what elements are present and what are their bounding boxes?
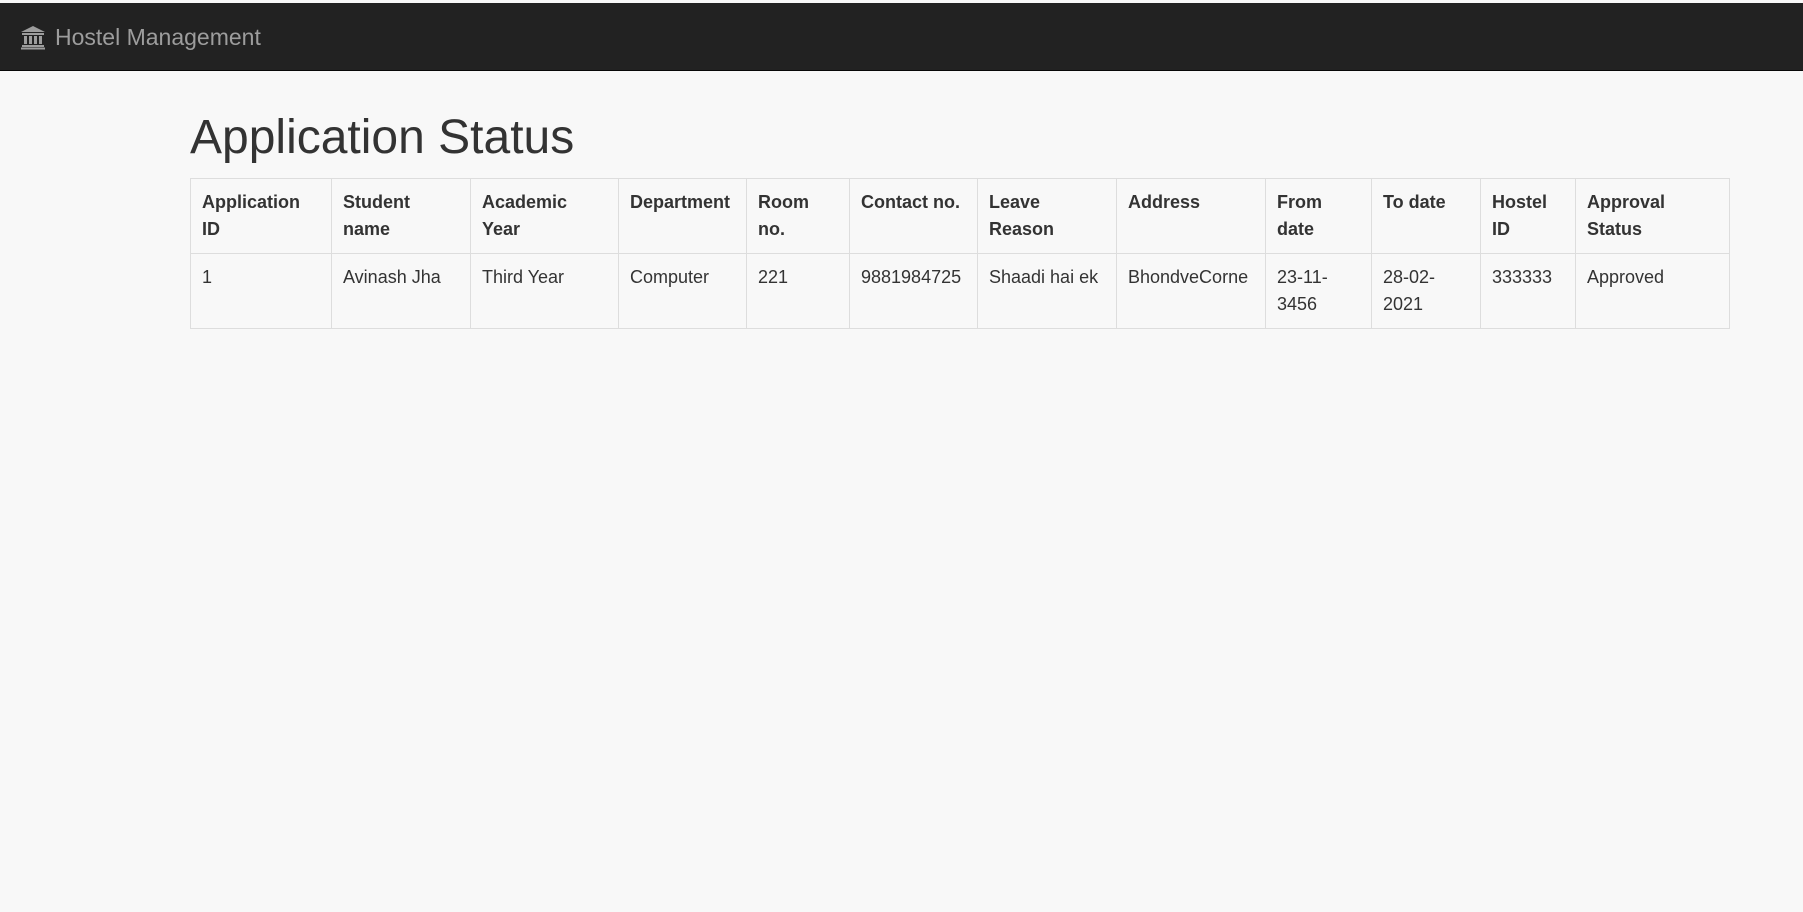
brand-link[interactable]: Hostel Management: [20, 3, 261, 71]
cell-to-date: 28-02-2021: [1371, 253, 1481, 329]
column-header-address: Address: [1116, 178, 1266, 254]
cell-leave-reason: Shaadi hai ek: [977, 253, 1117, 329]
column-header-approval-status: Approval Status: [1575, 178, 1730, 254]
column-header-to-date: To date: [1371, 178, 1481, 254]
column-header-application-id: Application ID: [190, 178, 332, 254]
main-content: Application Status Application ID Studen…: [190, 71, 1730, 329]
page-title: Application Status: [190, 111, 575, 164]
bank-building-icon: [20, 24, 46, 50]
cell-contact-no: 9881984725: [849, 253, 978, 329]
cell-room-no: 221: [746, 253, 850, 329]
cell-application-id: 1: [190, 253, 332, 329]
column-header-leave-reason: Leave Reason: [977, 178, 1117, 254]
cell-from-date: 23-11-3456: [1265, 253, 1372, 329]
table-row: 1 Avinash Jha Third Year Computer 221 98…: [190, 253, 1730, 329]
cell-student-name: Avinash Jha: [331, 253, 471, 329]
cell-department: Computer: [618, 253, 747, 329]
cell-academic-year: Third Year: [470, 253, 619, 329]
cell-address: BhondveCorne: [1116, 253, 1266, 329]
column-header-department: Department: [618, 178, 747, 254]
column-header-contact-no: Contact no.: [849, 178, 978, 254]
column-header-hostel-id: Hostel ID: [1480, 178, 1576, 254]
top-navbar: Hostel Management: [0, 3, 1803, 71]
cell-approval-status: Approved: [1575, 253, 1730, 329]
cell-hostel-id: 333333: [1480, 253, 1576, 329]
brand-label: Hostel Management: [55, 23, 261, 50]
column-header-from-date: From date: [1265, 178, 1372, 254]
application-status-table: Application ID Student name Academic Yea…: [190, 178, 1730, 329]
column-header-room-no: Room no.: [746, 178, 850, 254]
column-header-academic-year: Academic Year: [470, 178, 619, 254]
column-header-student-name: Student name: [331, 178, 471, 254]
table-header-row: Application ID Student name Academic Yea…: [190, 178, 1730, 254]
